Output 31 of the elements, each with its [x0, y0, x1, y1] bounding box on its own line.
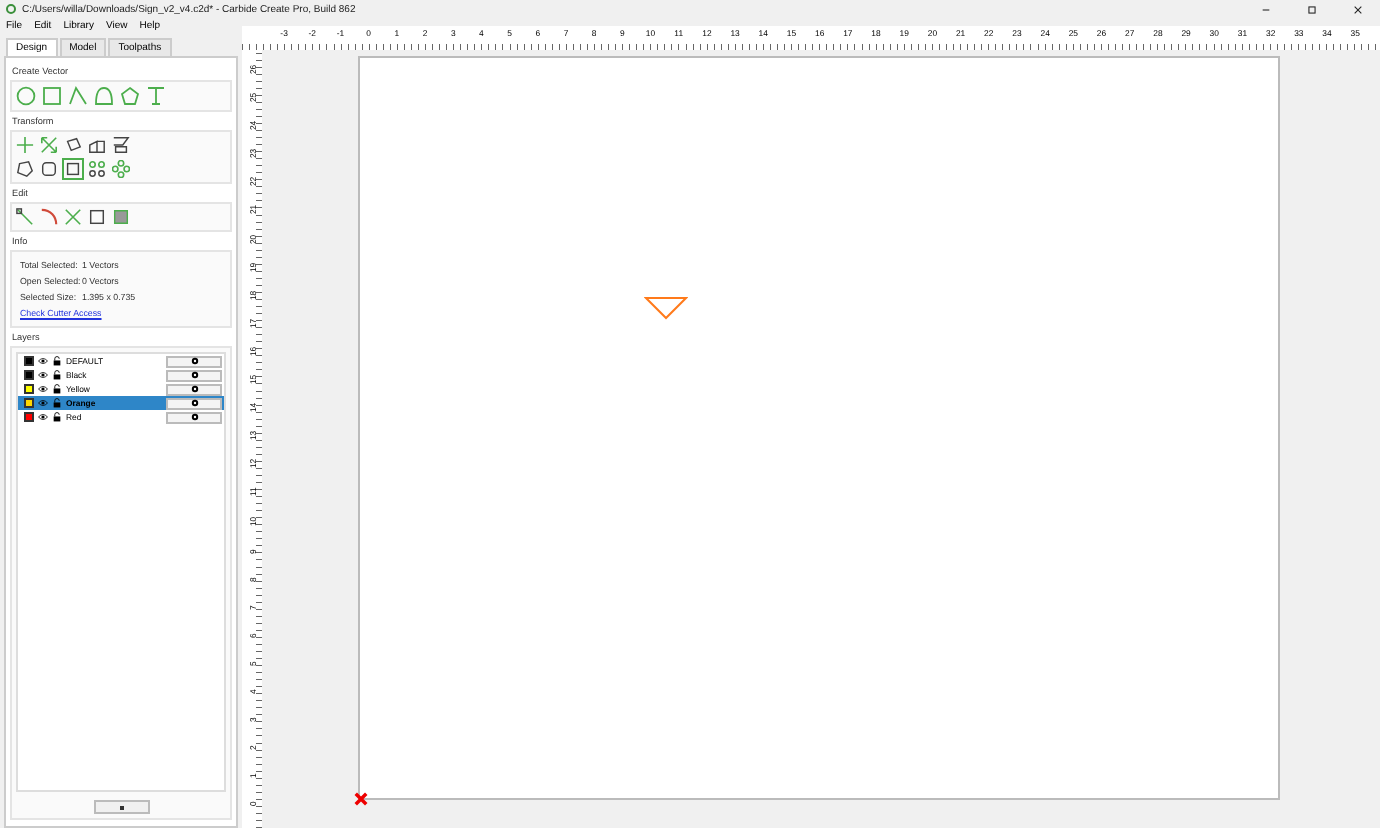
close-icon [1353, 5, 1361, 13]
lock-icon[interactable] [52, 412, 62, 422]
polyline-icon[interactable] [68, 86, 88, 106]
minimize-icon [1261, 5, 1269, 13]
layer-settings-button[interactable] [166, 355, 222, 367]
eye-icon[interactable] [38, 412, 48, 422]
triangle-vector[interactable] [644, 296, 688, 320]
scale-icon[interactable] [40, 136, 58, 154]
eye-icon[interactable] [38, 384, 48, 394]
eye-icon[interactable] [38, 370, 48, 380]
text-icon[interactable] [146, 86, 166, 106]
layer-color-swatch[interactable] [24, 356, 34, 366]
maximize-icon [1307, 5, 1315, 13]
lock-icon[interactable] [52, 384, 62, 394]
eye-icon[interactable] [38, 356, 48, 366]
layer-settings-button[interactable] [166, 369, 222, 381]
lock-icon[interactable] [52, 370, 62, 380]
pentagon-icon[interactable] [120, 86, 140, 106]
circle-icon[interactable] [16, 86, 36, 106]
origin-marker-icon [354, 792, 368, 806]
layer-color-swatch[interactable] [24, 398, 34, 408]
curve-icon[interactable] [94, 86, 114, 106]
layer-color-swatch[interactable] [24, 384, 34, 394]
layer-settings-button[interactable] [166, 383, 222, 395]
layer-color-swatch[interactable] [24, 412, 34, 422]
layer-settings-button[interactable] [166, 411, 222, 423]
layer-settings-button[interactable] [166, 397, 222, 409]
lock-icon[interactable] [52, 356, 62, 366]
layer-color-swatch[interactable] [24, 370, 34, 380]
app-logo-icon [6, 4, 16, 14]
arc-icon[interactable] [40, 208, 58, 226]
